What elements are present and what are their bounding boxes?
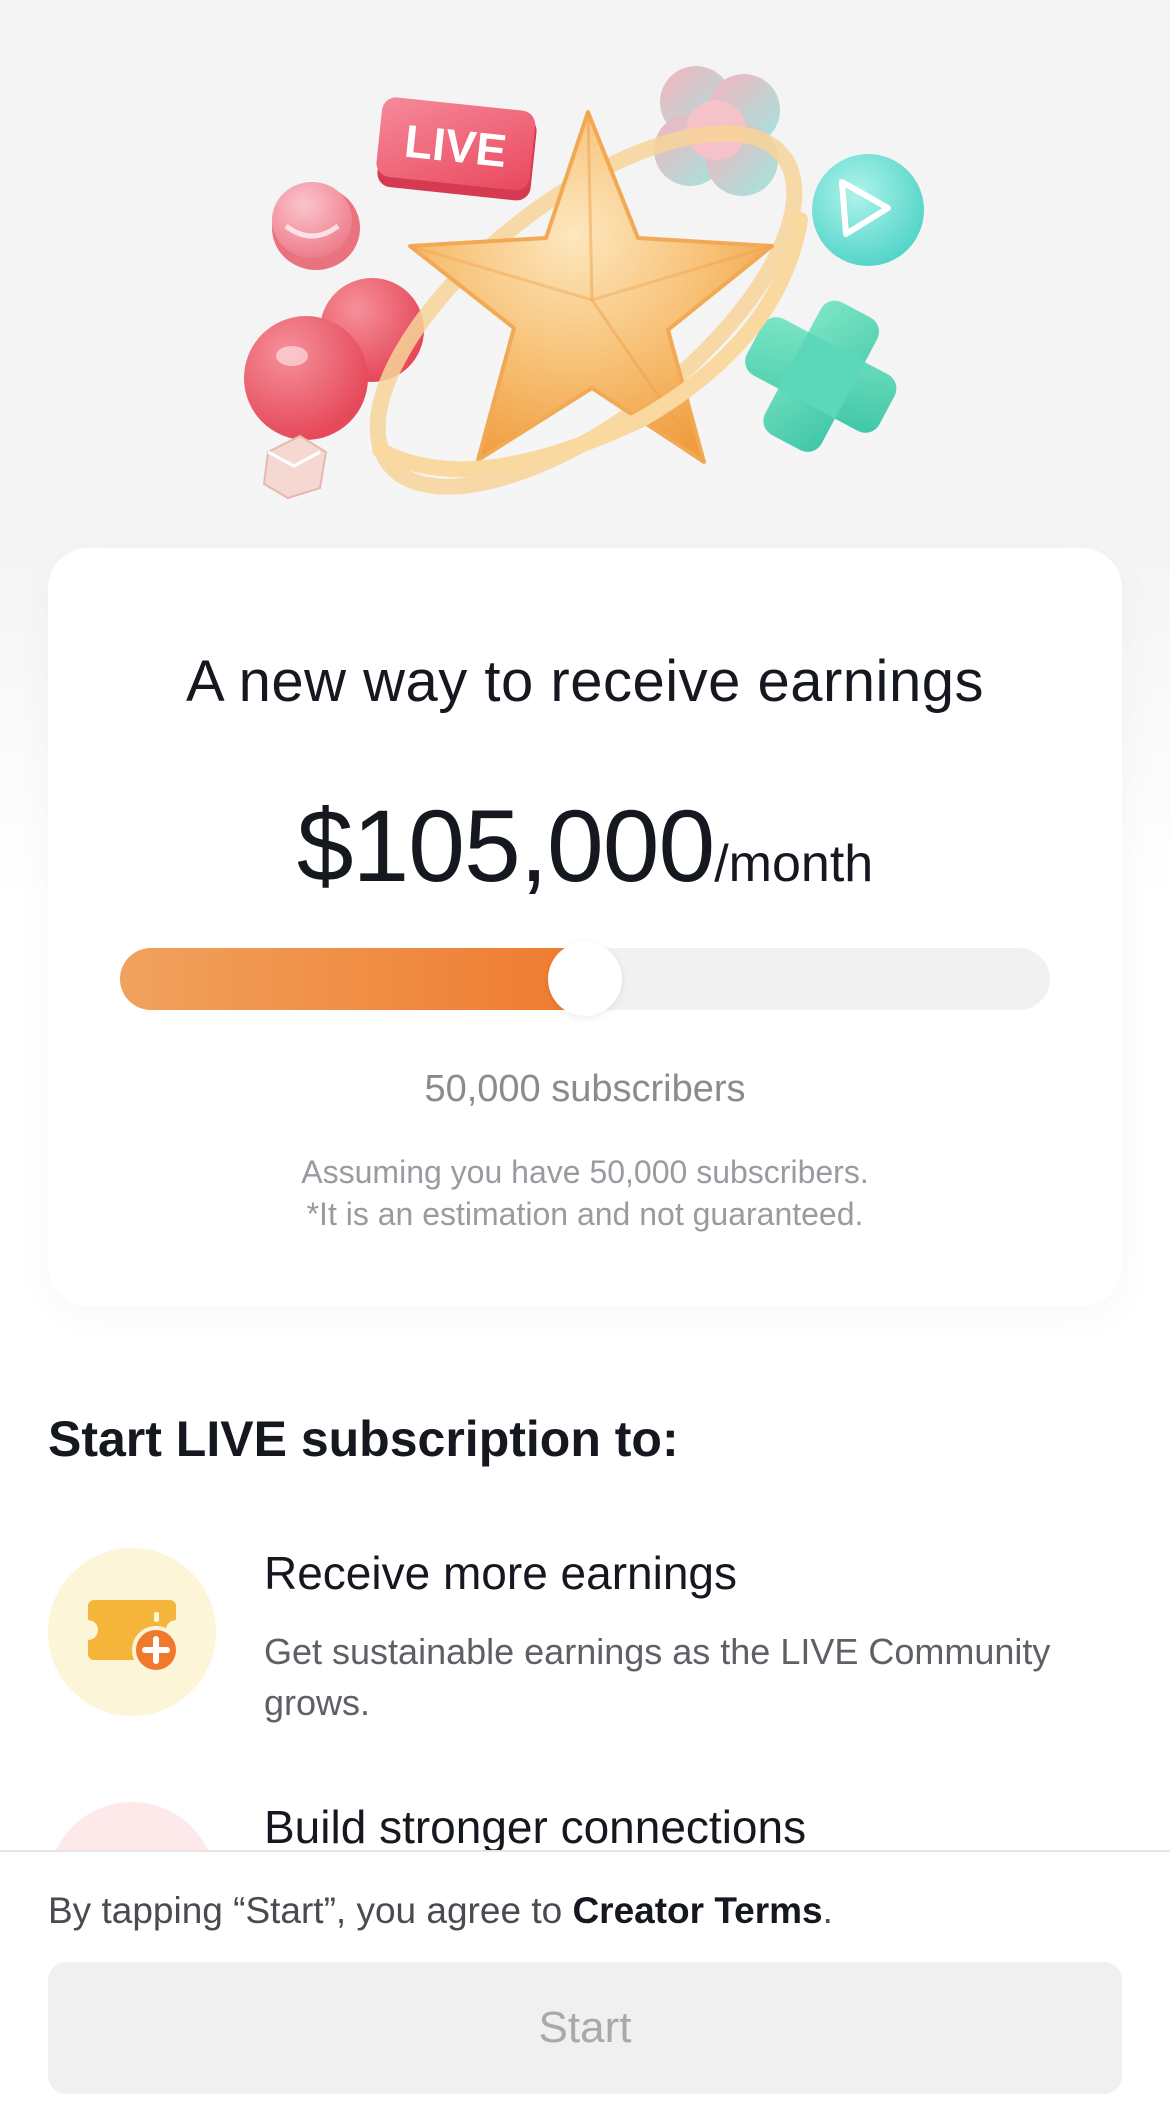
- coin-decoration: [272, 182, 360, 270]
- section-title: Start LIVE subscription to:: [48, 1411, 679, 1467]
- start-button[interactable]: Start: [48, 1962, 1122, 2094]
- cube-decoration: [262, 434, 328, 500]
- benefit-title: Receive more earnings: [264, 1547, 738, 1599]
- ticket-plus-icon: [88, 1600, 180, 1674]
- subscriber-slider-thumb[interactable]: [548, 942, 622, 1016]
- card-title: A new way to receive earnings: [186, 649, 984, 714]
- terms-text: By tapping “Start”, you agree to Creator…: [48, 1890, 833, 1932]
- live-badge-text: LIVE: [402, 115, 509, 177]
- subscriber-count-label: 50,000 subscribers: [424, 1068, 746, 1110]
- earnings-amount: $105,000: [296, 789, 715, 903]
- benefit-icon-container: [48, 1548, 216, 1716]
- terms-suffix: .: [822, 1890, 833, 1931]
- play-icon: [812, 154, 924, 266]
- benefit-title: Build stronger connections: [264, 1801, 807, 1853]
- hero-illustration: LIVE: [0, 0, 1170, 540]
- benefit-description: Get sustainable earnings as the LIVE Com…: [264, 1631, 1051, 1723]
- live-badge-decoration: LIVE: [376, 97, 537, 201]
- earnings-period: /month: [714, 835, 874, 893]
- terms-prefix: By tapping “Start”, you agree to: [48, 1890, 573, 1931]
- subscriber-slider-fill: [120, 948, 597, 1010]
- earnings-amount-row: $105,000/month: [0, 788, 1170, 905]
- estimate-note-line2: *It is an estimation and not guaranteed.: [306, 1196, 864, 1232]
- estimate-note-line1: Assuming you have 50,000 subscribers.: [301, 1154, 869, 1190]
- creator-terms-link[interactable]: Creator Terms: [572, 1890, 822, 1931]
